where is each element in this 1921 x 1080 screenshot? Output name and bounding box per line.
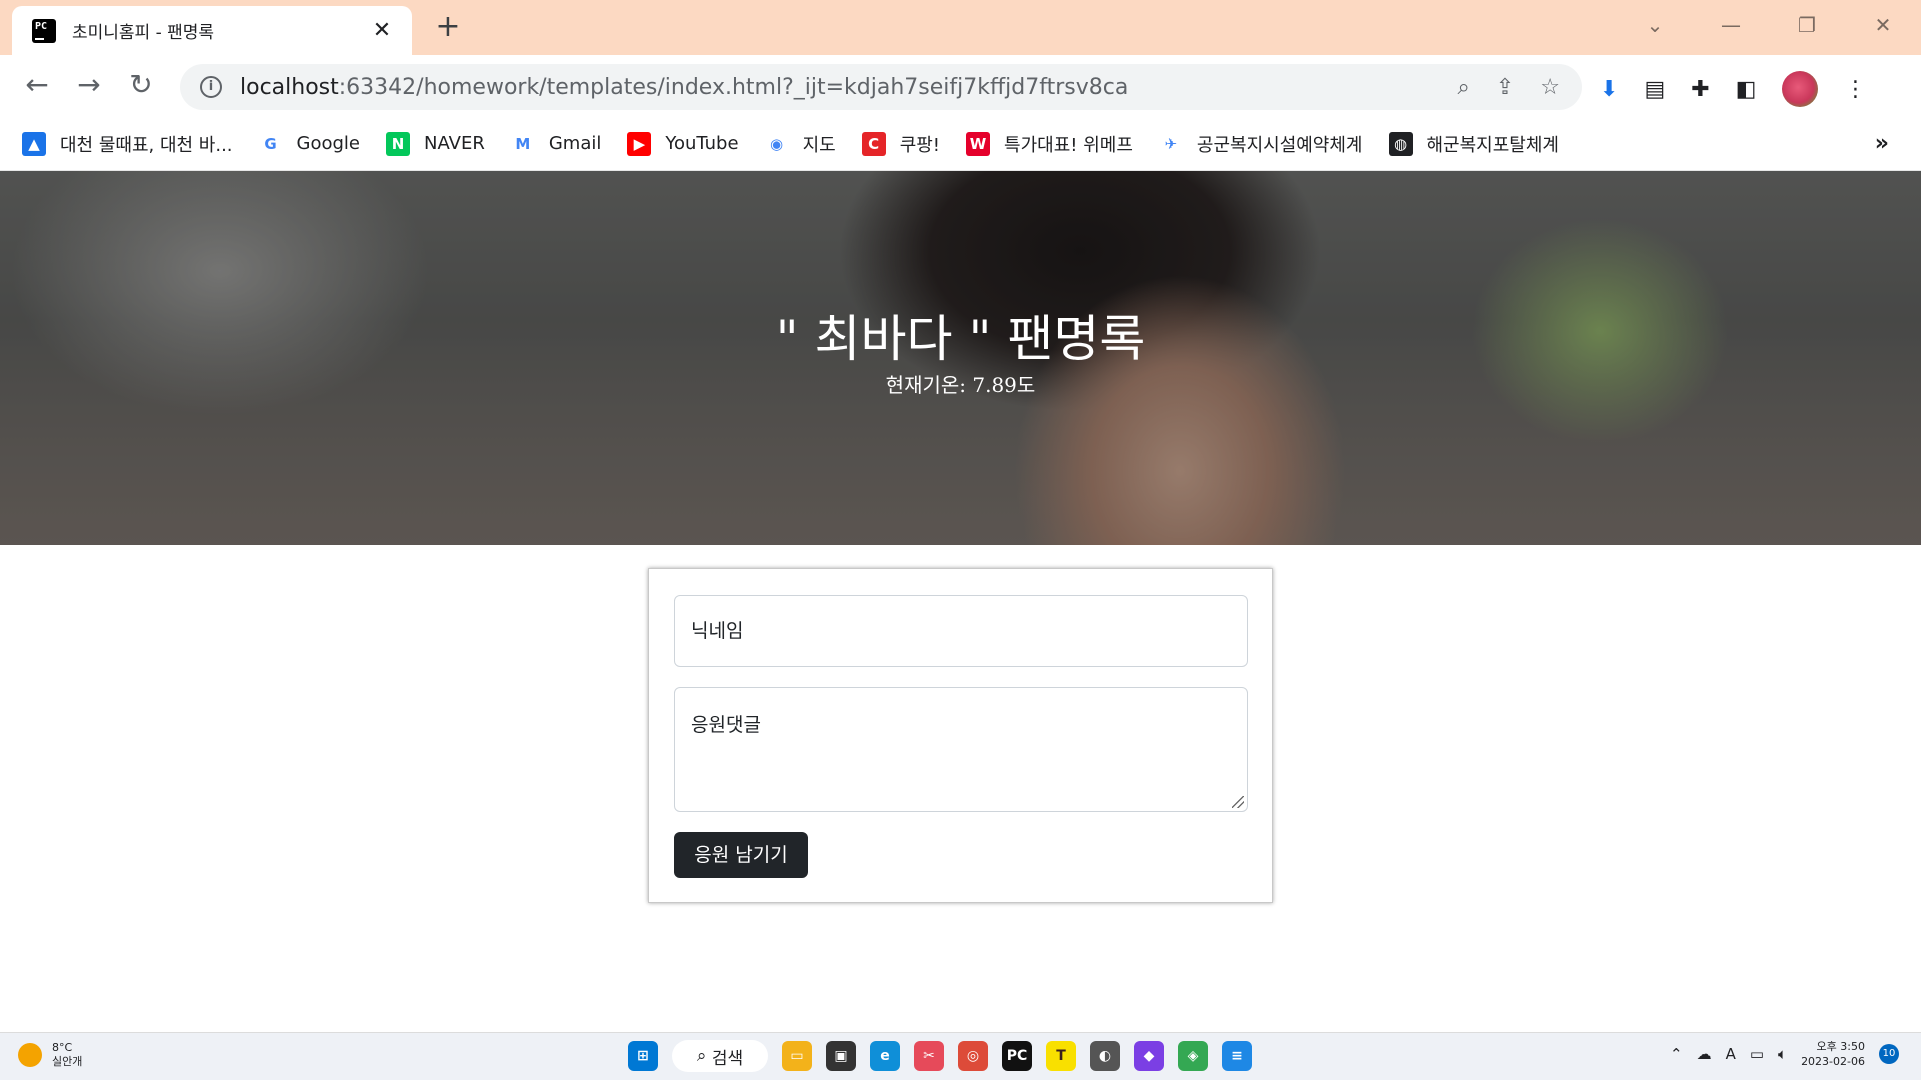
address-bar[interactable]: i localhost:63342/homework/templates/ind… — [180, 64, 1582, 110]
bookmark-label: Gmail — [548, 133, 602, 154]
system-tray: ⌃ ☁ A ▭ 🔈︎ 오후 3:50 2023-02-06 10 — [1670, 1039, 1899, 1069]
volume-icon[interactable]: 🔈︎ — [1778, 1045, 1787, 1063]
bookmark-google[interactable]: G Google — [258, 131, 361, 156]
resize-handle-icon[interactable] — [1232, 796, 1244, 808]
bookmark-label: 특가대표! 위메프 — [1004, 134, 1133, 156]
ime-indicator[interactable]: A — [1726, 1045, 1736, 1063]
window-controls: ⌄ — ❐ ✕ — [1617, 0, 1921, 50]
clock[interactable]: 오후 3:50 2023-02-06 — [1801, 1039, 1865, 1069]
extensions-puzzle-icon[interactable]: ✚ — [1691, 77, 1709, 102]
notepad-icon[interactable]: ≡ — [1222, 1041, 1252, 1071]
windows-taskbar: 8°C 실안개 ⊞ ⌕ 검색 ▭ ▣ e ✂ ◎ PC T ◐ ◆ ◈ ≡ ⌃ ☁ A ▭ 🔈︎ 오… — [0, 1032, 1921, 1080]
notification-badge[interactable]: 10 — [1879, 1044, 1899, 1064]
bookmark-label: YouTube — [665, 133, 739, 154]
bookmark-naver[interactable]: N NAVER — [386, 131, 485, 156]
submit-comment-button[interactable]: 응원 남기기 — [674, 832, 808, 878]
network-icon[interactable]: ▭ — [1750, 1045, 1764, 1063]
taskbar-apps: ⊞ ⌕ 검색 ▭ ▣ e ✂ ◎ PC T ◐ ◆ ◈ ≡ — [628, 1040, 1252, 1072]
pycharm-icon[interactable]: PC — [1002, 1041, 1032, 1071]
panda-icon[interactable]: ◐ — [1090, 1041, 1120, 1071]
reload-icon[interactable]: ↻ — [122, 67, 160, 105]
side-panel-icon[interactable]: ◧ — [1736, 77, 1757, 102]
browser-toolbar: ← → ↻ i localhost:63342/homework/templat… — [0, 55, 1921, 117]
youtube-icon: ▶ — [627, 131, 652, 156]
restore-button[interactable]: ❐ — [1769, 13, 1845, 37]
file-explorer-icon[interactable]: ▭ — [782, 1041, 812, 1071]
bookmark-wemakeprice[interactable]: W 특가대표! 위메프 — [966, 131, 1133, 157]
gmail-icon: M — [510, 131, 535, 156]
bookmark-label: 대천 물때표, 대천 바... — [60, 134, 233, 156]
arc-icon[interactable]: ◆ — [1134, 1041, 1164, 1071]
cast-icon[interactable]: ▤ — [1644, 77, 1665, 102]
coupang-icon: C — [861, 131, 886, 156]
tab-close-icon[interactable]: ✕ — [370, 18, 394, 43]
nickname-input[interactable]: 닉네임 — [674, 595, 1248, 667]
browser-tab-active[interactable]: PC 초미니홈피 - 팬명록 ✕ — [12, 6, 412, 55]
weather-sun-icon — [18, 1043, 42, 1067]
taskbar-search[interactable]: ⌕ 검색 — [672, 1040, 768, 1072]
bookmark-gmail[interactable]: M Gmail — [510, 131, 602, 156]
wemakeprice-icon: W — [966, 131, 991, 156]
onedrive-cloud-icon[interactable]: ☁ — [1697, 1045, 1712, 1063]
bookmark-globe[interactable]: ◍ 해군복지포탈체계 — [1388, 131, 1559, 157]
share-icon[interactable]: ⇪ — [1496, 75, 1514, 100]
chrome-icon[interactable]: ◎ — [958, 1041, 988, 1071]
pycharm-favicon-icon: PC — [29, 15, 59, 46]
tab-search-icon[interactable]: ⌄ — [1617, 13, 1693, 37]
menu-kebab-icon[interactable]: ⋮ — [1844, 77, 1866, 102]
tray-chevron-icon[interactable]: ⌃ — [1670, 1045, 1683, 1063]
google-icon: G — [258, 131, 283, 156]
bookmark-airforce[interactable]: ✈ 공군복지시설예약체계 — [1158, 131, 1363, 157]
bookmark-label: 해군복지포탈체계 — [1426, 134, 1559, 156]
kakaotalk-icon[interactable]: T — [1046, 1041, 1076, 1071]
new-tab-button[interactable]: + — [432, 12, 464, 44]
current-temperature: 현재기온: 7.89도 — [885, 373, 1036, 397]
comment-form-card: 닉네임 응원댓글 응원 남기기 — [648, 568, 1273, 903]
back-arrow-icon[interactable]: ← — [18, 67, 56, 105]
page-title: " 최바다 " 팬명록 — [775, 310, 1146, 368]
maps-icon: ◉ — [764, 131, 789, 156]
hero-banner: " 최바다 " 팬명록 현재기온: 7.89도 — [0, 171, 1921, 545]
start-windows-icon[interactable]: ⊞ — [628, 1041, 658, 1071]
zoom-icon[interactable]: ⌕ — [1458, 75, 1470, 100]
comment-placeholder: 응원댓글 — [691, 714, 761, 736]
gem-icon[interactable]: ◈ — [1178, 1041, 1208, 1071]
task-view-icon[interactable]: ▣ — [826, 1041, 856, 1071]
weather-widget[interactable]: 8°C 실안개 — [18, 1041, 82, 1069]
forward-arrow-icon[interactable]: → — [70, 67, 108, 105]
profile-avatar[interactable] — [1782, 71, 1819, 107]
image-icon: ▲ — [22, 131, 46, 156]
extension-download-icon[interactable]: ⬇ — [1600, 77, 1618, 102]
site-info-icon[interactable]: i — [200, 76, 222, 98]
bookmark-label: 지도 — [802, 134, 836, 156]
snipping-icon[interactable]: ✂ — [914, 1041, 944, 1071]
naver-icon: N — [386, 131, 411, 156]
bookmarks-bar: ▲ 대천 물때표, 대천 바... G Google N NAVER M Gmail ▶ YouT… — [0, 117, 1921, 171]
bookmark-image[interactable]: ▲ 대천 물때표, 대천 바... — [22, 131, 233, 157]
comment-textarea[interactable]: 응원댓글 — [674, 687, 1248, 812]
browser-tabstrip: PC 초미니홈피 - 팬명록 ✕ + ⌄ — ❐ ✕ — [0, 0, 1921, 55]
tab-title: 초미니홈피 - 팬명록 — [72, 23, 215, 43]
globe-icon: ◍ — [1388, 131, 1413, 156]
weather-temp: 8°C — [52, 1041, 73, 1054]
bookmark-label: Google — [296, 133, 361, 154]
bookmarks-overflow-icon[interactable]: » — [1875, 131, 1889, 156]
minimize-button[interactable]: — — [1693, 13, 1769, 37]
close-window-button[interactable]: ✕ — [1845, 13, 1921, 37]
airforce-icon: ✈ — [1158, 131, 1183, 156]
edge-icon[interactable]: e — [870, 1041, 900, 1071]
address-url[interactable]: localhost:63342/homework/templates/index… — [240, 75, 1458, 100]
bookmark-youtube[interactable]: ▶ YouTube — [627, 131, 739, 156]
bookmark-label: NAVER — [424, 133, 485, 154]
bookmark-label: 쿠팡! — [899, 134, 941, 156]
bookmark-star-icon[interactable]: ☆ — [1540, 75, 1560, 100]
bookmark-label: 공군복지시설예약체계 — [1196, 134, 1363, 156]
bookmark-coupang[interactable]: C 쿠팡! — [861, 131, 941, 157]
weather-desc: 실안개 — [52, 1055, 83, 1068]
search-icon: ⌕ — [696, 1046, 707, 1066]
bookmark-maps[interactable]: ◉ 지도 — [764, 131, 836, 157]
